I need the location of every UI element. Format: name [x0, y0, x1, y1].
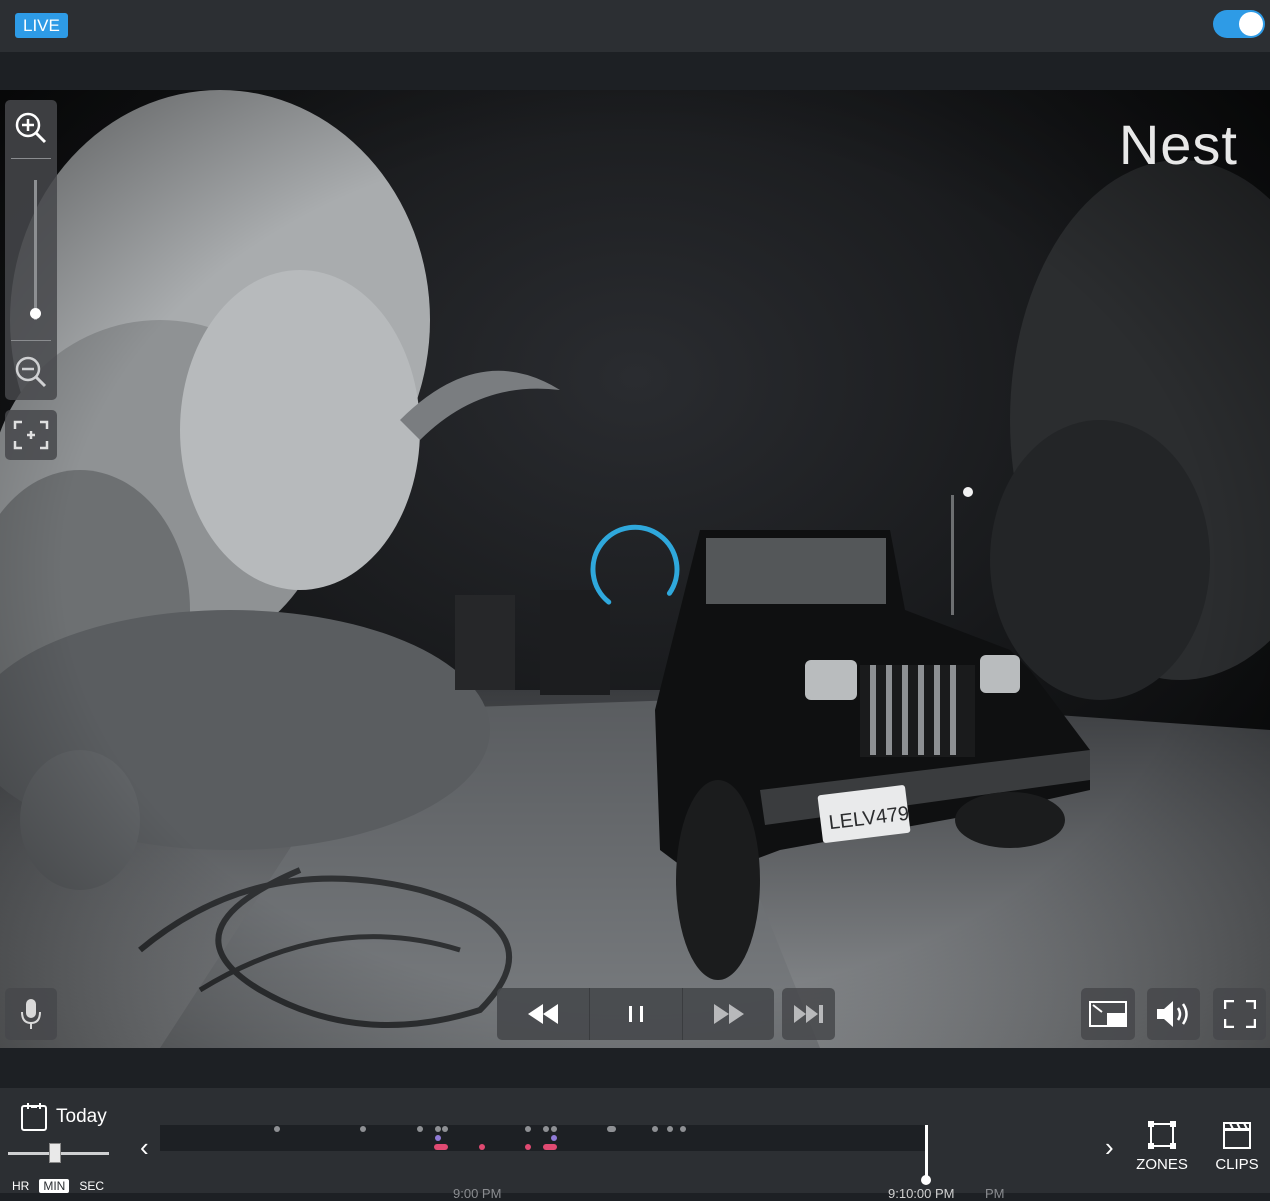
- clips-button[interactable]: CLIPS: [1207, 1120, 1267, 1173]
- bottom-spacer: [0, 1048, 1270, 1088]
- zoom-in-button[interactable]: [5, 100, 57, 156]
- fullscreen-icon: [1223, 1000, 1256, 1028]
- scale-hr[interactable]: HR: [12, 1179, 29, 1193]
- event-marker[interactable]: [543, 1126, 549, 1132]
- talk-button[interactable]: [5, 988, 57, 1040]
- zoom-controls: [5, 100, 57, 400]
- event-marker[interactable]: [417, 1126, 423, 1132]
- top-spacer: [0, 52, 1270, 90]
- event-marker[interactable]: [652, 1126, 658, 1132]
- pause-icon: [629, 1006, 643, 1022]
- event-marker[interactable]: [525, 1126, 531, 1132]
- zones-label: ZONES: [1136, 1156, 1188, 1173]
- divider: [11, 158, 51, 159]
- night-vision-scene: LELV479: [0, 90, 1270, 1048]
- skip-to-live-icon: [793, 1005, 823, 1023]
- playhead-handle[interactable]: [921, 1175, 931, 1185]
- timeline-current-time: 9:10:00 PM: [888, 1186, 955, 1201]
- timescale-slider-handle[interactable]: [49, 1143, 61, 1163]
- rewind-icon: [528, 1004, 558, 1024]
- zoom-out-button[interactable]: [5, 344, 57, 400]
- volume-button[interactable]: [1147, 988, 1200, 1040]
- playhead-line[interactable]: [925, 1125, 928, 1180]
- event-marker[interactable]: [479, 1144, 485, 1150]
- timeline-time-label: PM: [985, 1186, 1005, 1201]
- event-marker[interactable]: [667, 1126, 673, 1132]
- zones-button[interactable]: ZONES: [1132, 1120, 1192, 1173]
- picture-in-picture-icon: [1089, 1001, 1127, 1027]
- skip-to-live-button[interactable]: [782, 988, 835, 1040]
- zoom-slider-handle[interactable]: [30, 308, 41, 319]
- enhance-icon: [13, 420, 49, 450]
- scale-min[interactable]: MIN: [39, 1179, 70, 1193]
- divider: [11, 340, 51, 341]
- zoom-in-icon: [15, 112, 47, 144]
- clips-icon: [1223, 1122, 1251, 1149]
- event-marker[interactable]: [551, 1126, 557, 1132]
- enhance-button[interactable]: [5, 410, 57, 460]
- picture-in-picture-button[interactable]: [1081, 988, 1135, 1040]
- zones-icon: [1148, 1121, 1176, 1149]
- pause-button[interactable]: [590, 988, 682, 1040]
- fast-forward-icon: [714, 1004, 744, 1024]
- event-marker[interactable]: [435, 1135, 441, 1141]
- event-marker[interactable]: [274, 1126, 280, 1132]
- volume-icon: [1156, 1001, 1188, 1027]
- camera-feed[interactable]: LELV479 Nest: [0, 90, 1270, 1048]
- toggle-knob: [1239, 12, 1263, 36]
- nest-watermark: Nest: [1118, 113, 1238, 176]
- event-marker[interactable]: [680, 1126, 686, 1132]
- calendar-icon: [21, 1103, 47, 1131]
- event-marker[interactable]: [442, 1126, 448, 1132]
- event-marker[interactable]: [607, 1126, 616, 1132]
- event-marker[interactable]: [543, 1144, 557, 1150]
- live-badge[interactable]: LIVE: [15, 13, 68, 38]
- date-label: Today: [56, 1106, 107, 1127]
- event-marker[interactable]: [434, 1144, 448, 1150]
- microphone-icon: [21, 999, 41, 1029]
- scale-sec[interactable]: SEC: [79, 1179, 104, 1193]
- rewind-button[interactable]: [497, 988, 589, 1040]
- fullscreen-button[interactable]: [1213, 988, 1266, 1040]
- event-marker[interactable]: [525, 1144, 531, 1150]
- event-marker[interactable]: [551, 1135, 557, 1141]
- live-toggle[interactable]: [1213, 10, 1265, 38]
- fast-forward-button[interactable]: [683, 988, 775, 1040]
- top-bar: LIVE: [0, 0, 1270, 52]
- event-marker[interactable]: [360, 1126, 366, 1132]
- timeline-prev-arrow[interactable]: ‹: [140, 1132, 149, 1163]
- zoom-out-icon: [15, 356, 47, 388]
- timescale-labels: HR MIN SEC: [12, 1179, 104, 1193]
- event-marker[interactable]: [435, 1126, 441, 1132]
- zoom-slider-track[interactable]: [34, 180, 37, 320]
- timeline-time-label: 9:00 PM: [453, 1186, 502, 1201]
- timeline-next-arrow[interactable]: ›: [1105, 1132, 1114, 1163]
- clips-label: CLIPS: [1215, 1156, 1259, 1173]
- date-picker[interactable]: Today: [20, 1102, 107, 1132]
- playback-controls: [497, 988, 774, 1040]
